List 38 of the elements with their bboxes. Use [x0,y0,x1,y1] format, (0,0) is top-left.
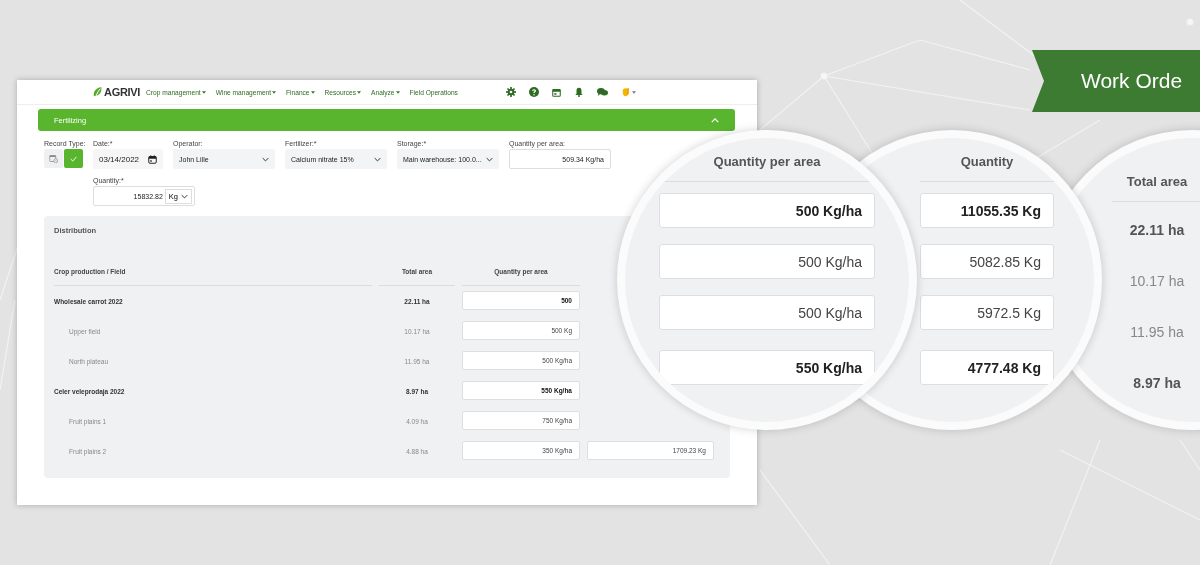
chevron-up-icon[interactable] [711,117,719,123]
value-field[interactable]: 5972.5 Kg [920,295,1054,330]
calendar-icon[interactable] [551,87,561,97]
table-cell-text: 10.17 ha [1128,271,1186,291]
column-header: Quantity [920,138,1054,182]
table-cell-text: 22.11 ha [1128,220,1186,240]
chevron-down-icon [262,156,269,162]
value-field[interactable]: 11055.35 Kg [920,193,1054,228]
chevron-down-icon [181,193,188,199]
caret-icon [310,90,315,94]
chat-icon[interactable] [596,87,608,97]
value-field[interactable]: 500 Kg/ha [659,244,875,279]
date-field[interactable]: 03/14/2022 [93,149,163,169]
value-field[interactable]: 500 Kg/ha [659,193,875,228]
caret-icon [272,90,277,94]
chevron-down-icon [486,156,493,162]
value-field[interactable]: 4777.48 Kg [920,350,1054,385]
help-icon[interactable] [528,87,539,97]
check-icon [70,155,77,162]
chevron-down-icon [374,156,381,162]
value-field[interactable]: 5082.85 Kg [920,244,1054,279]
caret-icon [395,90,400,94]
table-cell-text: 8.97 ha [1132,373,1182,393]
logo-text[interactable]: AGRIVI [104,86,141,98]
value-field[interactable]: 550 Kg/ha [659,350,875,385]
calendar-clock-icon [49,154,58,163]
banner-title: Work Orde [1081,69,1183,93]
settings-icon[interactable] [505,87,516,97]
caret-icon [201,90,206,94]
value-field[interactable]: 500 Kg/ha [659,295,875,330]
planned-record-button[interactable] [44,149,63,168]
calendar-icon[interactable] [148,154,157,164]
bell-icon[interactable] [573,87,584,97]
caret-icon [357,90,362,94]
leaf-icon [93,86,103,98]
column-header: Total area [1112,138,1200,202]
table-cell-text: 11.95 ha [1129,322,1185,342]
caret-icon[interactable] [631,90,636,94]
